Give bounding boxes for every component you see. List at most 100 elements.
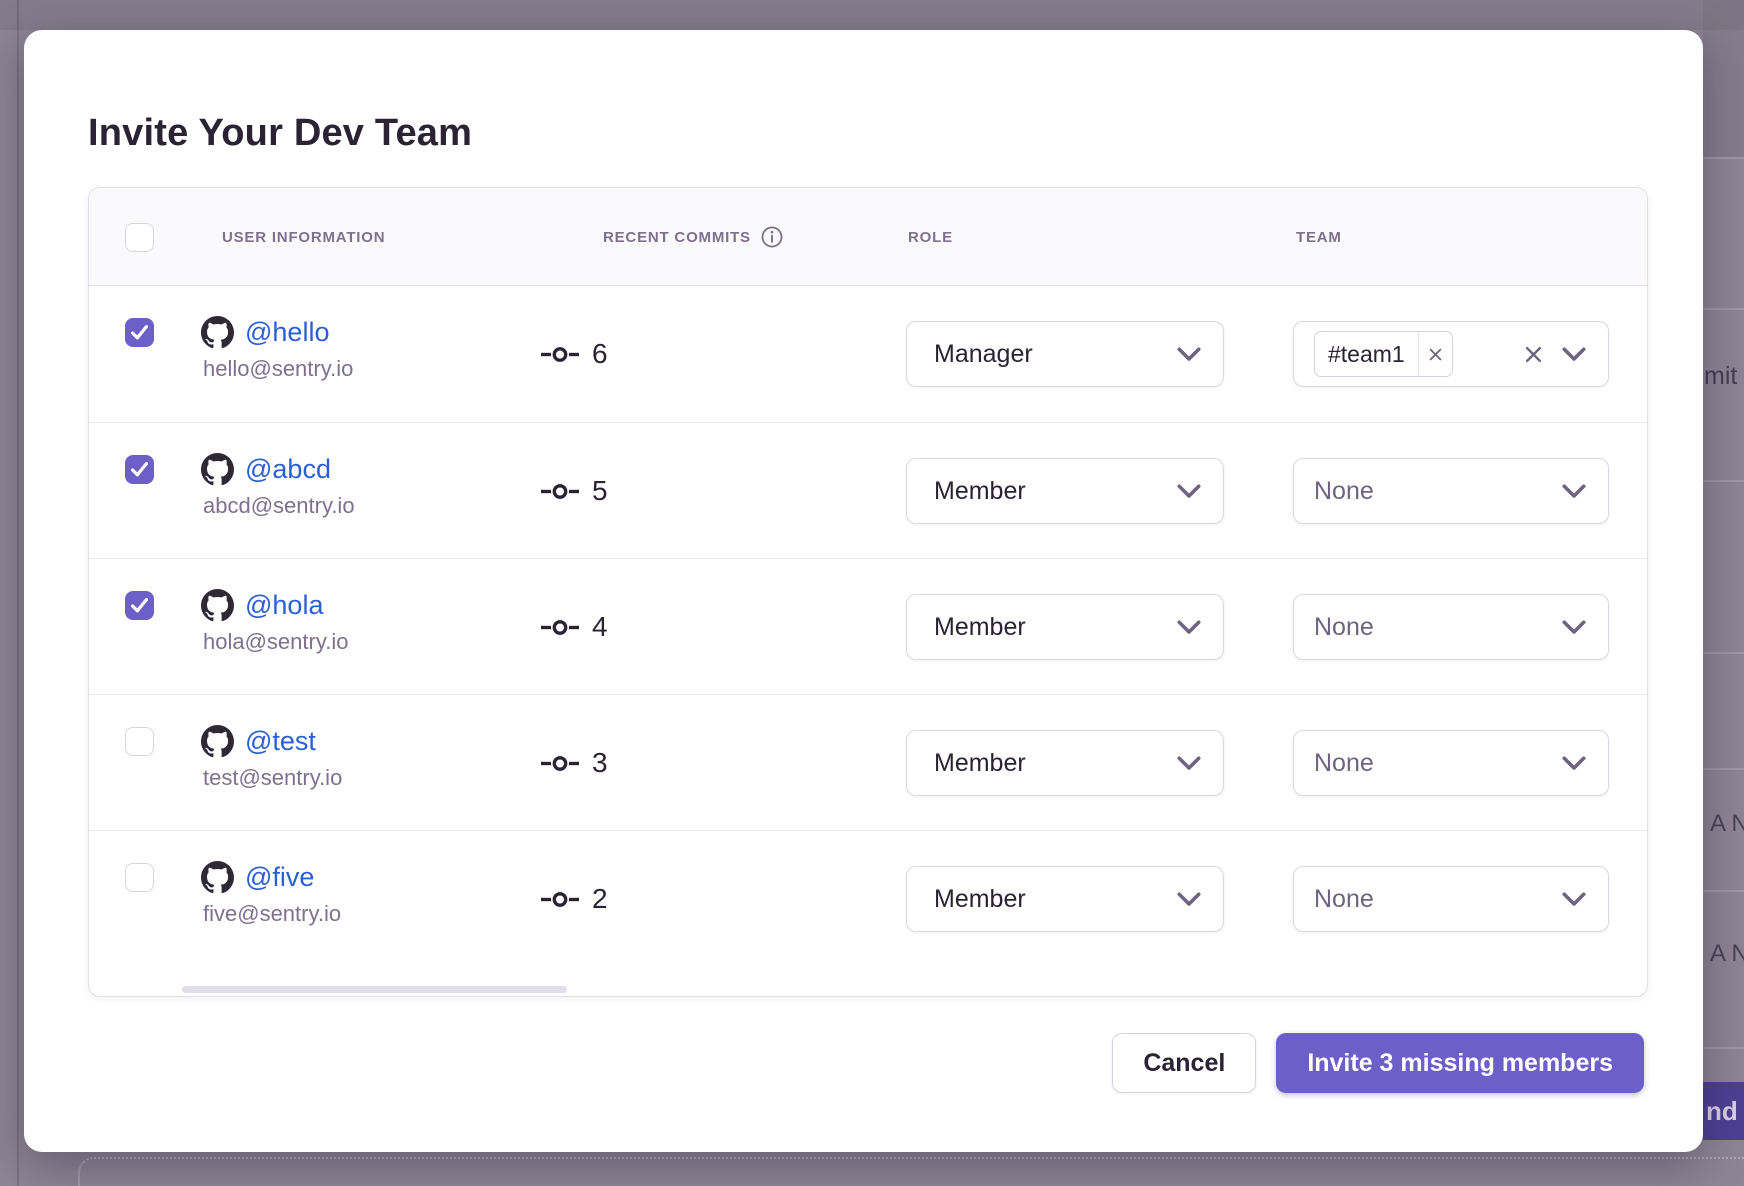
commit-icon [541, 755, 579, 772]
commit-icon [541, 891, 579, 908]
role-select-value: Member [934, 885, 1026, 914]
user-email: test@sentry.io [203, 765, 342, 791]
user-info-cell: @five five@sentry.io [201, 861, 341, 927]
commit-icon [541, 346, 579, 363]
backdrop-row-line [1703, 1047, 1744, 1049]
team-select[interactable]: None [1293, 458, 1609, 524]
backdrop-right-shade [1703, 0, 1744, 157]
backdrop-row-line [1703, 768, 1744, 770]
row-checkbox[interactable] [125, 863, 154, 892]
invite-dev-team-modal: Invite Your Dev Team USER INFORMATION RE… [24, 30, 1703, 1152]
team-select-value: None [1314, 885, 1374, 914]
github-icon [201, 453, 234, 486]
chevron-down-icon [1177, 892, 1201, 907]
chevron-down-icon [1177, 347, 1201, 362]
commit-count: 2 [592, 883, 608, 915]
row-checkbox[interactable] [125, 318, 154, 347]
user-email: abcd@sentry.io [203, 493, 355, 519]
github-handle-link[interactable]: @hola [245, 590, 323, 621]
github-icon [201, 861, 234, 894]
horizontal-scrollbar-thumb[interactable] [182, 986, 567, 993]
commit-count: 4 [592, 611, 608, 643]
chevron-down-icon [1177, 756, 1201, 771]
row-checkbox[interactable] [125, 455, 154, 484]
backdrop-row-line [1703, 890, 1744, 892]
column-header-role: ROLE [908, 188, 953, 286]
modal-footer: Cancel Invite 3 missing members [1112, 1033, 1644, 1093]
row-checkbox[interactable] [125, 727, 154, 756]
github-handle-link[interactable]: @five [245, 862, 314, 893]
commits-cell: 6 [541, 286, 608, 422]
cancel-button[interactable]: Cancel [1112, 1033, 1256, 1093]
user-info-cell: @hola hola@sentry.io [201, 589, 348, 655]
team-select[interactable]: None [1293, 594, 1609, 660]
github-icon [201, 589, 234, 622]
role-select-value: Manager [934, 340, 1033, 369]
check-icon [131, 325, 148, 340]
commit-count: 6 [592, 338, 608, 370]
table-row: @abcd abcd@sentry.io 5 Member None [89, 422, 1647, 558]
backdrop-row-line [1703, 652, 1744, 654]
modal-title: Invite Your Dev Team [88, 112, 472, 155]
user-info-cell: @abcd abcd@sentry.io [201, 453, 355, 519]
backdrop-row-line [1703, 480, 1744, 482]
backdrop-top-band [0, 0, 1744, 30]
github-icon [201, 725, 234, 758]
team-tag: #team1 [1314, 331, 1453, 377]
chevron-down-icon [1562, 347, 1586, 362]
user-info-cell: @test test@sentry.io [201, 725, 342, 791]
github-handle-link[interactable]: @hello [245, 317, 329, 348]
chevron-down-icon [1562, 892, 1586, 907]
invite-members-button[interactable]: Invite 3 missing members [1276, 1033, 1644, 1093]
team-tag-label: #team1 [1315, 341, 1418, 368]
user-email: five@sentry.io [203, 901, 341, 927]
backdrop-text-fragment: A No [1710, 810, 1744, 838]
github-handle-link[interactable]: @abcd [245, 454, 331, 485]
backdrop-row-line [1703, 308, 1744, 310]
team-select-value: None [1314, 477, 1374, 506]
commits-cell: 2 [541, 831, 608, 967]
team-select[interactable]: None [1293, 730, 1609, 796]
github-icon [201, 316, 234, 349]
table-row: @hola hola@sentry.io 4 Member None [89, 558, 1647, 694]
commit-icon [541, 483, 579, 500]
commit-icon [541, 619, 579, 636]
remove-team-icon[interactable] [1418, 332, 1452, 376]
check-icon [131, 462, 148, 477]
table-row: @hello hello@sentry.io 6 Manager #team1 [89, 286, 1647, 422]
chevron-down-icon [1562, 484, 1586, 499]
invite-members-table: USER INFORMATION RECENT COMMITS ROLE TEA… [88, 187, 1648, 997]
commits-cell: 3 [541, 695, 608, 831]
backdrop-panel-corner [78, 1157, 1744, 1186]
select-all-checkbox[interactable] [125, 223, 154, 252]
role-select[interactable]: Member [906, 458, 1224, 524]
row-checkbox[interactable] [125, 591, 154, 620]
table-row: @five five@sentry.io 2 Member None [89, 830, 1647, 997]
role-select[interactable]: Member [906, 866, 1224, 932]
role-select[interactable]: Manager [906, 321, 1224, 387]
user-email: hello@sentry.io [203, 356, 353, 382]
info-icon[interactable] [761, 226, 783, 248]
chevron-down-icon [1177, 484, 1201, 499]
commit-count: 5 [592, 475, 608, 507]
table-header-row: USER INFORMATION RECENT COMMITS ROLE TEA… [89, 188, 1647, 286]
backdrop-button-fragment: nd [1703, 1082, 1744, 1140]
role-select[interactable]: Member [906, 594, 1224, 660]
check-icon [131, 598, 148, 613]
chevron-down-icon [1562, 756, 1586, 771]
commits-cell: 4 [541, 559, 608, 695]
clear-selection-icon[interactable] [1525, 346, 1542, 363]
chevron-down-icon [1562, 620, 1586, 635]
column-header-recent-commits: RECENT COMMITS [603, 188, 783, 286]
team-select[interactable]: #team1 [1293, 321, 1609, 387]
screen: mit A No A Nc nd Invite Your Dev Team US… [0, 0, 1744, 1186]
role-select[interactable]: Member [906, 730, 1224, 796]
user-email: hola@sentry.io [203, 629, 348, 655]
github-handle-link[interactable]: @test [245, 726, 316, 757]
commits-cell: 5 [541, 423, 608, 559]
commit-count: 3 [592, 747, 608, 779]
column-header-team: TEAM [1296, 188, 1342, 286]
user-info-cell: @hello hello@sentry.io [201, 316, 353, 382]
team-select[interactable]: None [1293, 866, 1609, 932]
role-select-value: Member [934, 477, 1026, 506]
